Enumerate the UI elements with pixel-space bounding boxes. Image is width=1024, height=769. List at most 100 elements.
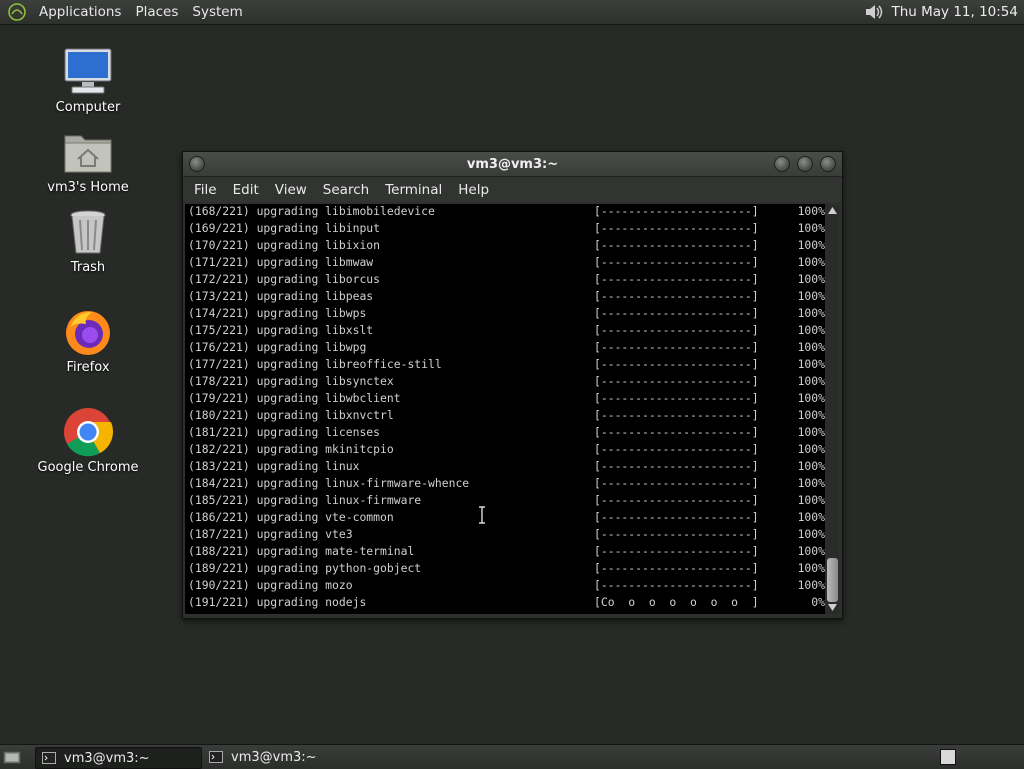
applications-menu[interactable]: Applications	[32, 0, 128, 24]
progress-bar-text: [----------------------]	[594, 357, 759, 371]
terminal-icon	[209, 751, 223, 763]
menu-view[interactable]: View	[267, 182, 315, 198]
desktop-icon-label: vm3's Home	[47, 180, 129, 195]
desktop-icon-home[interactable]: vm3's Home	[28, 126, 148, 195]
terminal-line: (174/221) upgrading libwps	[188, 306, 367, 320]
terminal-window[interactable]: vm3@vm3:~ File Edit View Search Terminal…	[182, 151, 843, 619]
progress-percent: 100%	[797, 527, 825, 541]
terminal-line: (189/221) upgrading python-gobject	[188, 561, 422, 575]
progress-percent: 100%	[797, 493, 825, 507]
progress-bar-text: [----------------------]	[594, 255, 759, 269]
clock[interactable]: Thu May 11, 10:54	[891, 4, 1020, 20]
progress-percent: 100%	[797, 255, 825, 269]
desktop-icon-label: Google Chrome	[37, 460, 139, 475]
menu-file[interactable]: File	[186, 182, 225, 198]
terminal-menubar: File Edit View Search Terminal Help	[183, 177, 842, 202]
bottom-panel: vm3@vm3:~ vm3@vm3:~	[0, 744, 1024, 769]
window-title: vm3@vm3:~	[466, 156, 559, 172]
chrome-icon	[64, 408, 114, 457]
scroll-thumb[interactable]	[827, 558, 838, 602]
terminal-line: (169/221) upgrading libinput	[188, 221, 381, 235]
terminal-line: (179/221) upgrading libwbclient	[188, 391, 401, 405]
progress-bar-text: [----------------------]	[594, 306, 759, 320]
progress-percent: 100%	[797, 578, 825, 592]
progress-bar-text: [----------------------]	[594, 204, 759, 218]
progress-percent: 100%	[797, 442, 825, 456]
terminal-line: (178/221) upgrading libsynctex	[188, 374, 394, 388]
terminal-line: (177/221) upgrading libreoffice-still	[188, 357, 442, 371]
progress-bar-text: [----------------------]	[594, 527, 759, 541]
terminal-line: (172/221) upgrading liborcus	[188, 272, 381, 286]
desktop-icon-trash[interactable]: Trash	[28, 206, 148, 275]
terminal-output[interactable]: (168/221) upgrading libimobiledevice [---…	[185, 204, 825, 614]
progress-percent: 100%	[797, 272, 825, 286]
panel-tray: Thu May 11, 10:54	[863, 1, 1024, 23]
progress-percent: 100%	[797, 425, 825, 439]
menu-terminal[interactable]: Terminal	[377, 182, 450, 198]
progress-percent: 100%	[797, 323, 825, 337]
workspace-switcher[interactable]	[940, 749, 956, 765]
progress-bar-text: [----------------------]	[594, 238, 759, 252]
progress-bar-text: [----------------------]	[594, 510, 759, 524]
desktop-icon-label: Firefox	[66, 360, 110, 375]
terminal-line: (181/221) upgrading licenses	[188, 425, 381, 439]
places-menu[interactable]: Places	[128, 0, 185, 24]
progress-bar-text: [----------------------]	[594, 544, 759, 558]
speaker-icon[interactable]	[863, 1, 885, 23]
terminal-line: (183/221) upgrading linux	[188, 459, 360, 473]
progress-bar-text: [----------------------]	[594, 578, 759, 592]
home-folder-icon	[64, 135, 112, 173]
desktop-icon-computer[interactable]: Computer	[28, 46, 148, 115]
progress-bar-text: [----------------------]	[594, 493, 759, 507]
mate-logo-icon[interactable]	[8, 3, 26, 21]
terminal-line: (180/221) upgrading libxnvctrl	[188, 408, 394, 422]
desktop-icon-firefox[interactable]: Firefox	[28, 306, 148, 375]
progress-percent: 100%	[797, 306, 825, 320]
terminal-line: (186/221) upgrading vte-common	[188, 510, 394, 524]
menu-help[interactable]: Help	[450, 182, 497, 198]
window-menu-button[interactable]	[189, 156, 205, 172]
show-desktop-icon[interactable]	[3, 748, 21, 766]
progress-percent: 100%	[797, 357, 825, 371]
progress-bar-text: [----------------------]	[594, 561, 759, 575]
progress-percent: 100%	[797, 204, 825, 218]
taskbar-item-terminal-1[interactable]: vm3@vm3:~	[35, 747, 202, 769]
menu-edit[interactable]: Edit	[225, 182, 267, 198]
progress-percent: 100%	[797, 459, 825, 473]
maximize-button[interactable]	[797, 156, 813, 172]
progress-bar-text: [----------------------]	[594, 391, 759, 405]
computer-icon	[64, 48, 112, 94]
scroll-up-arrow-icon[interactable]	[828, 207, 837, 214]
task-label: vm3@vm3:~	[231, 749, 317, 765]
scroll-down-arrow-icon[interactable]	[828, 604, 837, 611]
system-menu[interactable]: System	[185, 0, 249, 24]
terminal-line: (171/221) upgrading libmwaw	[188, 255, 374, 269]
terminal-scrollbar[interactable]	[826, 204, 839, 614]
progress-bar-text: [----------------------]	[594, 442, 759, 456]
progress-bar-text: [----------------------]	[594, 476, 759, 490]
minimize-button[interactable]	[774, 156, 790, 172]
progress-bar-text: [----------------------]	[594, 221, 759, 235]
task-label: vm3@vm3:~	[64, 750, 150, 766]
terminal-line: (191/221) upgrading nodejs	[188, 595, 367, 609]
taskbar-item-terminal-2[interactable]: vm3@vm3:~	[203, 747, 368, 767]
progress-percent: 100%	[797, 238, 825, 252]
close-button[interactable]	[820, 156, 836, 172]
window-titlebar[interactable]: vm3@vm3:~	[183, 152, 842, 177]
terminal-line: (182/221) upgrading mkinitcpio	[188, 442, 394, 456]
progress-bar-text: [----------------------]	[594, 272, 759, 286]
menu-search[interactable]: Search	[315, 182, 377, 198]
firefox-icon	[66, 311, 110, 355]
progress-bar-text: [----------------------]	[594, 459, 759, 473]
desktop-icon-chrome[interactable]: Google Chrome	[28, 406, 148, 475]
terminal-line: (188/221) upgrading mate-terminal	[188, 544, 415, 558]
progress-percent: 100%	[797, 221, 825, 235]
progress-percent: 100%	[797, 374, 825, 388]
progress-bar-text: [----------------------]	[594, 374, 759, 388]
progress-percent: 100%	[797, 476, 825, 490]
desktop-icon-label: Computer	[55, 100, 121, 115]
progress-percent: 100%	[797, 561, 825, 575]
trash-icon	[70, 210, 106, 254]
progress-bar-text: [----------------------]	[594, 340, 759, 354]
progress-percent: 100%	[797, 510, 825, 524]
